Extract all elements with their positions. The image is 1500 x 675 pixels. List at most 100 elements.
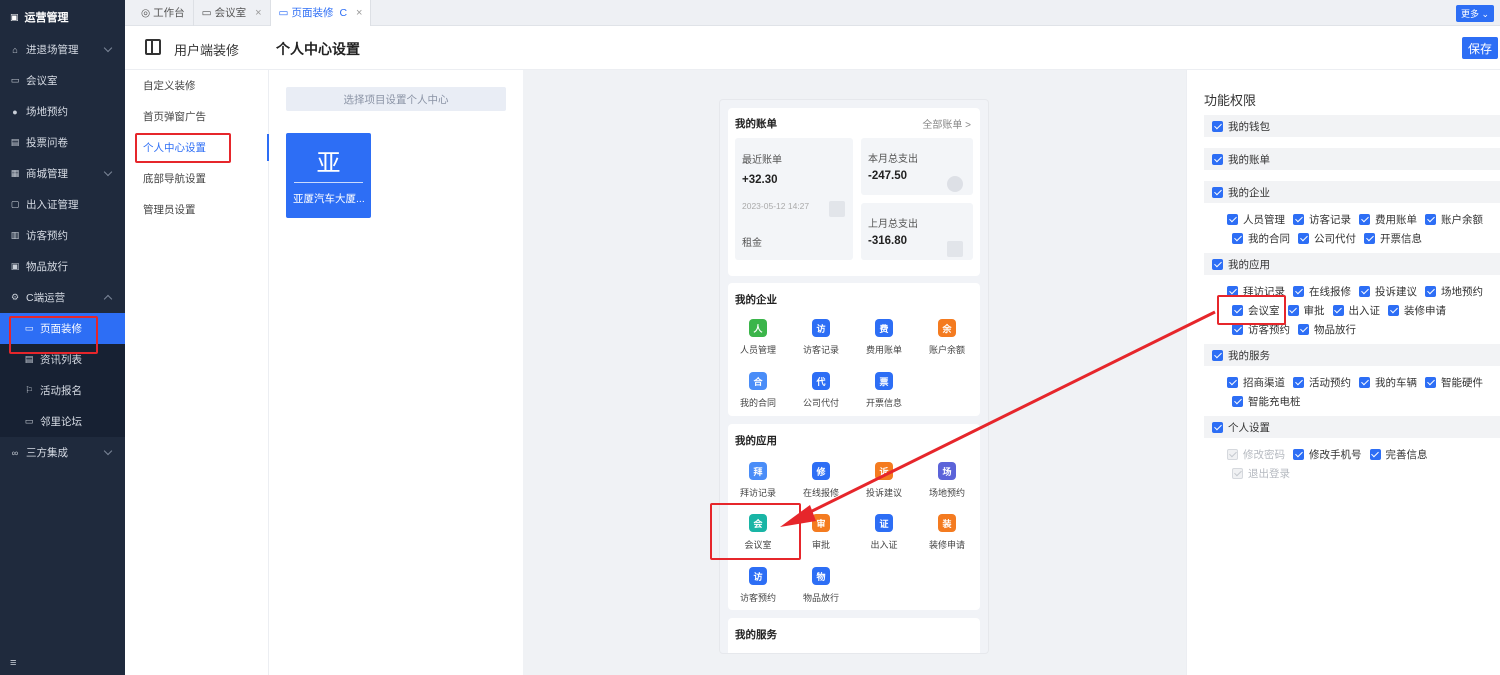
- checkbox-checked-icon[interactable]: [1359, 214, 1370, 225]
- perm-option[interactable]: 出入证: [1332, 303, 1380, 318]
- checkbox-checked-icon[interactable]: [1232, 396, 1243, 407]
- checkbox-checked-icon[interactable]: [1232, 324, 1243, 335]
- app-item-complaint[interactable]: 诉投诉建议: [854, 462, 914, 499]
- checkbox-checked-icon[interactable]: [1359, 377, 1370, 388]
- refresh-icon[interactable]: C: [339, 7, 347, 19]
- perm-option[interactable]: 公司代付: [1298, 231, 1356, 246]
- project-card[interactable]: 亚 亚厦汽车大厦...: [286, 133, 371, 218]
- checkbox-checked-icon[interactable]: [1425, 214, 1436, 225]
- app-item-fee-bill[interactable]: 费费用账单: [854, 319, 914, 356]
- checkbox-checked-icon[interactable]: [1425, 286, 1436, 297]
- app-item-balance[interactable]: 余账户余额: [917, 319, 977, 356]
- checkbox-checked-icon[interactable]: [1212, 153, 1223, 165]
- all-bills-link[interactable]: 全部账单 >: [922, 116, 971, 131]
- app-item-repair[interactable]: 修在线报修: [791, 462, 851, 499]
- sidebar-item-integration[interactable]: ∞ 三方集成: [0, 437, 125, 468]
- project-select[interactable]: 选择项目设置个人中心: [286, 87, 506, 111]
- perm-option[interactable]: 招商渠道: [1227, 375, 1285, 390]
- perm-option[interactable]: 智能硬件: [1425, 375, 1483, 390]
- checkbox-checked-icon[interactable]: [1293, 449, 1304, 460]
- checkbox-checked-icon[interactable]: [1369, 449, 1381, 460]
- sidebar-item-venue[interactable]: ● 场地预约: [0, 96, 125, 127]
- sidebar-item-mall[interactable]: ▦ 商城管理: [0, 158, 125, 189]
- perm-option[interactable]: 完善信息: [1369, 447, 1428, 462]
- menu-item-popup-ad[interactable]: 首页弹窗广告: [125, 101, 268, 132]
- menu-item-custom-decor[interactable]: 自定义装修: [125, 70, 268, 101]
- checkbox-checked-icon[interactable]: [1359, 286, 1370, 297]
- perm-option[interactable]: 访客预约: [1232, 322, 1290, 337]
- perm-option[interactable]: 我的车辆: [1359, 375, 1417, 390]
- app-item-visit-log[interactable]: 拜拜访记录: [728, 462, 788, 499]
- perm-option[interactable]: 费用账单: [1359, 212, 1417, 227]
- perm-option[interactable]: 访客记录: [1293, 212, 1351, 227]
- perm-option[interactable]: 物品放行: [1298, 322, 1356, 337]
- app-item-goods-release[interactable]: 物物品放行: [791, 567, 851, 604]
- menu-item-personal-center[interactable]: 个人中心设置: [125, 132, 269, 163]
- sidebar-item-vote[interactable]: ▤ 投票问卷: [0, 127, 125, 158]
- checkbox-checked-icon[interactable]: [1227, 286, 1238, 297]
- tab-meeting-room[interactable]: ▭ 会议室 ×: [194, 0, 271, 26]
- checkbox-checked-icon[interactable]: [1227, 214, 1238, 225]
- perm-group-services[interactable]: 我的服务: [1204, 344, 1500, 366]
- sidebar-item-entry-exit[interactable]: ⌂ 进退场管理: [0, 34, 125, 65]
- collapse-menu-icon[interactable]: ≡: [10, 657, 16, 669]
- app-item-invoice[interactable]: 票开票信息: [854, 372, 914, 409]
- menu-item-admin[interactable]: 管理员设置: [125, 194, 268, 225]
- sidebar-item-pass[interactable]: ▢ 出入证管理: [0, 189, 125, 220]
- checkbox-checked-icon[interactable]: [1293, 214, 1304, 225]
- checkbox-checked-icon[interactable]: [1212, 349, 1223, 361]
- app-item-staff[interactable]: 人人员管理: [728, 319, 788, 356]
- checkbox-checked-icon[interactable]: [1425, 377, 1436, 388]
- checkbox-checked-icon[interactable]: [1212, 120, 1223, 132]
- checkbox-checked-icon[interactable]: [1287, 305, 1299, 316]
- perm-option[interactable]: 审批: [1287, 303, 1325, 318]
- sidebar-item-news[interactable]: ▤ 资讯列表: [0, 344, 125, 375]
- perm-option[interactable]: 智能充电桩: [1232, 394, 1301, 409]
- app-item-approval[interactable]: 审审批: [791, 514, 851, 551]
- checkbox-checked-icon[interactable]: [1388, 305, 1399, 316]
- perm-option[interactable]: 拜访记录: [1227, 284, 1285, 299]
- sidebar-item-c-ops[interactable]: ⚙ C端运营: [0, 282, 125, 313]
- perm-group-personal[interactable]: 个人设置: [1204, 416, 1500, 438]
- checkbox-checked-icon[interactable]: [1298, 233, 1309, 244]
- checkbox-checked-icon[interactable]: [1293, 286, 1304, 297]
- checkbox-checked-icon[interactable]: [1232, 233, 1243, 244]
- perm-option[interactable]: 场地预约: [1425, 284, 1483, 299]
- app-item-pass[interactable]: 证出入证: [854, 514, 914, 551]
- perm-option[interactable]: 修改手机号: [1293, 447, 1362, 462]
- perm-group-bill[interactable]: 我的账单: [1204, 148, 1500, 170]
- perm-option[interactable]: 活动预约: [1293, 375, 1351, 390]
- perm-option[interactable]: 我的合同: [1232, 231, 1290, 246]
- perm-group-wallet[interactable]: 我的钱包: [1204, 115, 1500, 137]
- checkbox-checked-icon[interactable]: [1332, 305, 1344, 316]
- app-item-renovation[interactable]: 装装修申请: [917, 514, 977, 551]
- app-item-visit-record[interactable]: 访访客记录: [791, 319, 851, 356]
- checkbox-checked-icon[interactable]: [1227, 377, 1238, 388]
- perm-option[interactable]: 人员管理: [1227, 212, 1285, 227]
- perm-group-apps[interactable]: 我的应用: [1204, 253, 1500, 275]
- perm-option-meeting-room[interactable]: 会议室: [1232, 303, 1280, 318]
- sidebar-item-visitor[interactable]: ▥ 访客预约: [0, 220, 125, 251]
- more-button[interactable]: 更多 ⌄: [1455, 5, 1494, 22]
- close-icon[interactable]: ×: [255, 7, 261, 19]
- sidebar-item-activity[interactable]: ⚐ 活动报名: [0, 375, 125, 406]
- close-icon[interactable]: ×: [356, 7, 362, 19]
- checkbox-checked-icon[interactable]: [1212, 421, 1223, 433]
- perm-option[interactable]: 开票信息: [1364, 231, 1422, 246]
- checkbox-checked-icon[interactable]: [1293, 377, 1304, 388]
- app-item-venue-booking[interactable]: 场场地预约: [917, 462, 977, 499]
- perm-group-enterprise[interactable]: 我的企业: [1204, 181, 1500, 203]
- checkbox-checked-icon[interactable]: [1298, 324, 1309, 335]
- sidebar-item-forum[interactable]: ▭ 邻里论坛: [0, 406, 125, 437]
- perm-option[interactable]: 在线报修: [1293, 284, 1351, 299]
- checkbox-checked-icon[interactable]: [1212, 186, 1223, 198]
- app-item-company-pay[interactable]: 代公司代付: [791, 372, 851, 409]
- app-item-contract[interactable]: 合我的合同: [728, 372, 788, 409]
- menu-item-bottom-nav[interactable]: 底部导航设置: [125, 163, 268, 194]
- app-item-meeting-room[interactable]: 会会议室: [728, 514, 788, 551]
- save-button[interactable]: 保存: [1462, 37, 1498, 59]
- sidebar-brand[interactable]: ▣ 运营管理: [0, 0, 125, 34]
- perm-option[interactable]: 账户余额: [1425, 212, 1483, 227]
- perm-option[interactable]: 装修申请: [1388, 303, 1446, 318]
- checkbox-checked-icon[interactable]: [1232, 305, 1243, 316]
